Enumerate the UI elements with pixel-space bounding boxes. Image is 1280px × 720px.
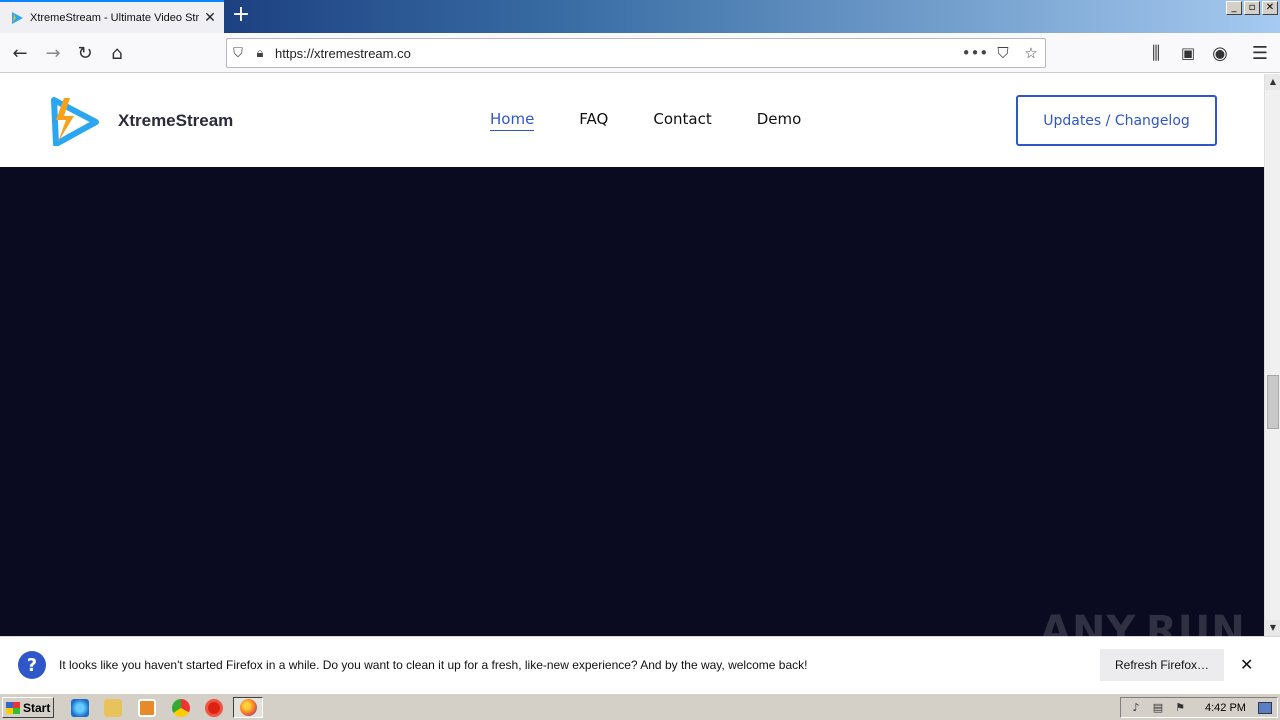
reload-icon[interactable]: ↻ — [71, 39, 99, 67]
system-tray: ♪ ▤ ⚑ 4:42 PM — [1120, 697, 1278, 718]
vertical-scrollbar[interactable]: ▲ ▼ — [1264, 74, 1280, 636]
home-icon[interactable]: ⌂ — [103, 39, 131, 67]
nav-demo[interactable]: Demo — [757, 110, 802, 131]
tab-title: XtremeStream - Ultimate Video Str — [30, 11, 200, 24]
nav-faq[interactable]: FAQ — [579, 110, 608, 131]
lock-icon[interactable]: 🔒︎ — [249, 46, 271, 61]
scrollbar-thumb[interactable] — [1267, 375, 1279, 429]
media-player-icon[interactable] — [138, 699, 156, 717]
notification-message: It looks like you haven't started Firefo… — [59, 658, 808, 672]
bookmark-star-icon[interactable]: ☆ — [1017, 44, 1045, 62]
opera-icon[interactable] — [205, 699, 223, 717]
refresh-firefox-button[interactable]: Refresh Firefox… — [1100, 649, 1224, 681]
browser-toolbar: ← → ↻ ⌂ ⛉ 🔒︎ https://xtremestream.co •••… — [0, 33, 1280, 73]
chrome-icon[interactable] — [172, 699, 190, 717]
firefox-icon — [240, 699, 257, 716]
back-icon[interactable]: ← — [6, 39, 34, 67]
updates-changelog-button[interactable]: Updates / Changelog — [1016, 95, 1217, 146]
question-icon: ? — [18, 651, 46, 679]
start-label: Start — [23, 700, 51, 715]
library-icon[interactable]: ⫼ — [1142, 39, 1170, 67]
account-icon[interactable]: ◉ — [1206, 39, 1234, 67]
tab-close-icon[interactable]: ✕ — [202, 10, 218, 26]
xtremestream-favicon-icon — [12, 11, 23, 24]
restore-button[interactable]: ▫ — [1244, 1, 1260, 15]
scroll-down-icon[interactable]: ▼ — [1265, 620, 1280, 636]
show-desktop-icon[interactable] — [1257, 701, 1272, 714]
tracking-shield-icon[interactable]: ⛉ — [227, 46, 249, 61]
start-button[interactable]: Start — [2, 697, 54, 718]
windows-logo-icon — [6, 701, 20, 714]
pocket-icon[interactable]: ⛉ — [989, 44, 1017, 62]
browser-tab-strip: XtremeStream - Ultimate Video Str ✕ + _ … — [0, 0, 1280, 33]
window-close-button[interactable]: ✕ — [1262, 1, 1278, 15]
firefox-taskbar-button[interactable] — [233, 697, 263, 718]
hero-section — [0, 167, 1264, 636]
page-actions-icon[interactable]: ••• — [961, 44, 989, 62]
nav-home[interactable]: Home — [490, 110, 535, 131]
address-bar[interactable]: ⛉ 🔒︎ https://xtremestream.co ••• ⛉ ☆ — [226, 38, 1046, 68]
url-text[interactable]: https://xtremestream.co — [271, 46, 961, 61]
internet-explorer-icon[interactable] — [71, 699, 89, 717]
brand-name: XtremeStream — [118, 111, 234, 130]
volume-icon[interactable]: ♪ — [1129, 701, 1143, 714]
new-tab-button[interactable]: + — [228, 4, 254, 28]
menu-icon[interactable]: ☰ — [1246, 39, 1274, 67]
site-logo[interactable]: XtremeStream — [48, 96, 233, 146]
main-nav: Home FAQ Contact Demo — [490, 110, 846, 131]
nav-contact[interactable]: Contact — [653, 110, 711, 131]
browser-tab[interactable]: XtremeStream - Ultimate Video Str ✕ — [0, 0, 224, 33]
webpage: XtremeStream Home FAQ Contact Demo Updat… — [0, 74, 1264, 636]
site-header: XtremeStream Home FAQ Contact Demo Updat… — [0, 74, 1264, 167]
file-explorer-icon[interactable] — [104, 699, 122, 717]
minimize-button[interactable]: _ — [1226, 1, 1242, 15]
sidebar-icon[interactable]: ▣ — [1174, 39, 1202, 67]
windows-taskbar: Start ♪ ▤ ⚑ 4:42 PM — [0, 693, 1280, 720]
network-icon[interactable]: ▤ — [1151, 701, 1165, 714]
forward-icon[interactable]: → — [39, 39, 67, 67]
notification-close-icon[interactable]: ✕ — [1240, 655, 1253, 674]
action-center-flag-icon[interactable]: ⚑ — [1173, 701, 1187, 714]
xtremestream-logo-icon — [51, 97, 99, 146]
clock: 4:42 PM — [1205, 701, 1246, 714]
scroll-up-icon[interactable]: ▲ — [1265, 74, 1280, 90]
refresh-firefox-notification: ? It looks like you haven't started Fire… — [0, 636, 1280, 693]
window-controls: _ ▫ ✕ — [1226, 1, 1278, 15]
